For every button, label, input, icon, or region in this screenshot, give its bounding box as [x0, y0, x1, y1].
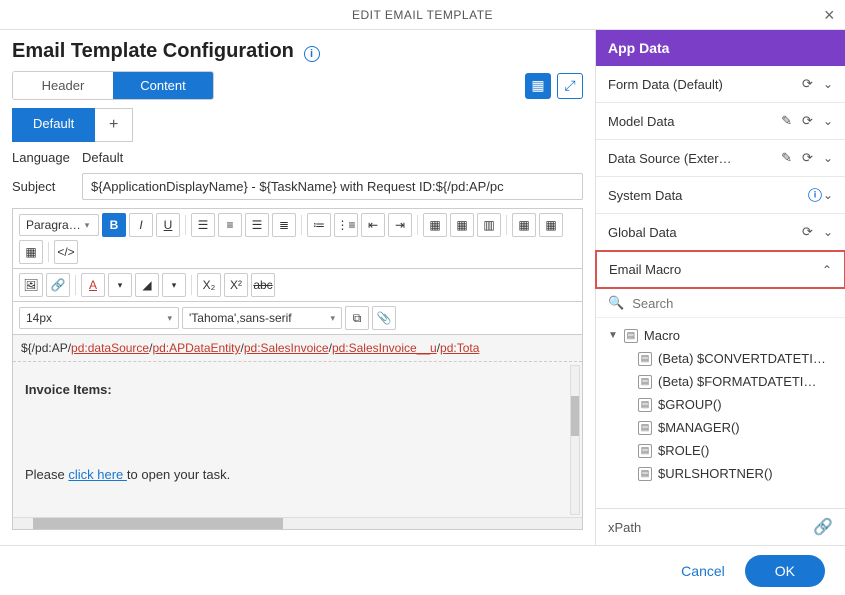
editor-toolbar-row1: Paragra…▾ B I U ☰ ≡ ☰ ≣ ≔ ⋮≡ ⇤ ⇥ ▦ ▦ ▥ ▦…: [12, 208, 583, 269]
modal-title: EDIT EMAIL TEMPLATE: [352, 8, 493, 22]
layout-icon[interactable]: ▦: [525, 73, 551, 99]
image-icon[interactable]: 🖼: [19, 273, 43, 297]
source-icon[interactable]: </>: [54, 240, 78, 264]
chevron-down-icon[interactable]: ⌄: [823, 151, 833, 165]
subject-input[interactable]: [82, 173, 583, 200]
strikethrough-icon[interactable]: abc: [251, 273, 275, 297]
align-right-icon[interactable]: ☰: [245, 213, 269, 237]
superscript-icon[interactable]: X²: [224, 273, 248, 297]
align-left-icon[interactable]: ☰: [191, 213, 215, 237]
table-row-icon[interactable]: ▥: [477, 213, 501, 237]
text-color-icon[interactable]: A: [81, 273, 105, 297]
expand-icon[interactable]: ⤢: [557, 73, 583, 99]
text-color-caret[interactable]: ▾: [108, 273, 132, 297]
language-value: Default: [82, 150, 123, 165]
embed-icon[interactable]: ⧉: [345, 306, 369, 330]
tree-item[interactable]: ▤$GROUP(): [604, 393, 837, 416]
fontsize-select[interactable]: 14px▾: [19, 307, 179, 329]
search-input[interactable]: [632, 296, 833, 311]
fill-color-caret[interactable]: ▾: [162, 273, 186, 297]
editor-area[interactable]: ${/pd:AP/pd:dataSource/pd:APDataEntity/p…: [12, 335, 583, 530]
macro-tree: ▼▤Macro ▤(Beta) $CONVERTDATETI… ▤(Beta) …: [596, 318, 845, 508]
section-global-data[interactable]: Global Data ⟳⌄: [596, 214, 845, 251]
app-data-title: App Data: [596, 30, 845, 66]
edit-icon[interactable]: ✎: [781, 150, 792, 166]
refresh-icon[interactable]: ⟳: [802, 76, 813, 92]
refresh-icon[interactable]: ⟳: [802, 224, 813, 240]
vertical-scrollbar[interactable]: [570, 365, 580, 515]
editor-toolbar-row2: 🖼 🔗 A ▾ ◢ ▾ X₂ X² abc: [12, 269, 583, 302]
tab-content[interactable]: Content: [113, 72, 213, 99]
ok-button[interactable]: OK: [745, 555, 825, 587]
info-icon[interactable]: i: [304, 46, 320, 62]
modal-footer: Cancel OK: [0, 545, 845, 595]
subject-label: Subject: [12, 179, 82, 194]
fill-color-icon[interactable]: ◢: [135, 273, 159, 297]
section-email-macro[interactable]: Email Macro ⌃: [595, 250, 845, 289]
section-form-data[interactable]: Form Data (Default) ⟳⌄: [596, 66, 845, 103]
chevron-down-icon[interactable]: ⌄: [823, 114, 833, 128]
table-insert-icon[interactable]: ▦: [450, 213, 474, 237]
section-data-source[interactable]: Data Source (Exter… ✎⟳⌄: [596, 140, 845, 177]
xpath-row: xPath 🔗: [596, 508, 845, 545]
bold-button[interactable]: B: [102, 213, 126, 237]
chevron-down-icon[interactable]: ⌄: [823, 188, 833, 202]
tree-item[interactable]: ▤$MANAGER(): [604, 416, 837, 439]
editor-breadcrumb: ${/pd:AP/pd:dataSource/pd:APDataEntity/p…: [13, 335, 582, 362]
subtab-add[interactable]: +: [95, 108, 133, 142]
tree-item[interactable]: ▤(Beta) $CONVERTDATETI…: [604, 347, 837, 370]
align-center-icon[interactable]: ≡: [218, 213, 242, 237]
language-label: Language: [12, 150, 82, 165]
info-icon[interactable]: i: [808, 188, 822, 202]
main-tabs: Header Content: [12, 71, 214, 100]
tree-item[interactable]: ▤$ROLE(): [604, 439, 837, 462]
attachment-icon[interactable]: 📎: [372, 306, 396, 330]
italic-button[interactable]: I: [129, 213, 153, 237]
subscript-icon[interactable]: X₂: [197, 273, 221, 297]
editor-heading: Invoice Items:: [25, 382, 570, 397]
paragraph-select[interactable]: Paragra…▾: [19, 214, 99, 236]
tab-header[interactable]: Header: [13, 72, 113, 99]
outdent-icon[interactable]: ⇤: [361, 213, 385, 237]
cancel-button[interactable]: Cancel: [681, 563, 725, 579]
refresh-icon[interactable]: ⟳: [802, 113, 813, 129]
section-model-data[interactable]: Model Data ✎⟳⌄: [596, 103, 845, 140]
link-icon[interactable]: 🔗: [46, 273, 70, 297]
refresh-icon[interactable]: ⟳: [802, 150, 813, 166]
click-here-link[interactable]: click here: [68, 467, 127, 482]
table-icon[interactable]: ▦: [423, 213, 447, 237]
grid3-icon[interactable]: ▦: [19, 240, 43, 264]
grid1-icon[interactable]: ▦: [512, 213, 536, 237]
ordered-list-icon[interactable]: ≔: [307, 213, 331, 237]
tree-item[interactable]: ▤(Beta) $FORMATDATETI…: [604, 370, 837, 393]
edit-icon[interactable]: ✎: [781, 113, 792, 129]
indent-icon[interactable]: ⇥: [388, 213, 412, 237]
grid2-icon[interactable]: ▦: [539, 213, 563, 237]
section-system-data[interactable]: System Data i ⌄: [596, 177, 845, 214]
tree-item[interactable]: ▤$URLSHORTNER(): [604, 462, 837, 485]
horizontal-scrollbar[interactable]: [13, 517, 582, 529]
unordered-list-icon[interactable]: ⋮≡: [334, 213, 358, 237]
editor-toolbar-row3: 14px▾ 'Tahoma',sans-serif▾ ⧉ 📎: [12, 302, 583, 335]
underline-button[interactable]: U: [156, 213, 180, 237]
fontfamily-select[interactable]: 'Tahoma',sans-serif▾: [182, 307, 342, 329]
close-icon[interactable]: ×: [824, 5, 835, 26]
chevron-down-icon[interactable]: ⌄: [823, 77, 833, 91]
chevron-up-icon[interactable]: ⌃: [822, 263, 832, 277]
page-title: Email Template Configuration: [12, 40, 294, 63]
search-row: 🔍: [596, 289, 845, 318]
link-icon[interactable]: 🔗: [813, 517, 833, 537]
align-justify-icon[interactable]: ≣: [272, 213, 296, 237]
subtab-default[interactable]: Default: [12, 108, 95, 142]
search-icon: 🔍: [608, 295, 624, 311]
tree-root[interactable]: ▼▤Macro: [604, 324, 837, 347]
modal-header: EDIT EMAIL TEMPLATE ×: [0, 0, 845, 30]
chevron-down-icon[interactable]: ⌄: [823, 225, 833, 239]
